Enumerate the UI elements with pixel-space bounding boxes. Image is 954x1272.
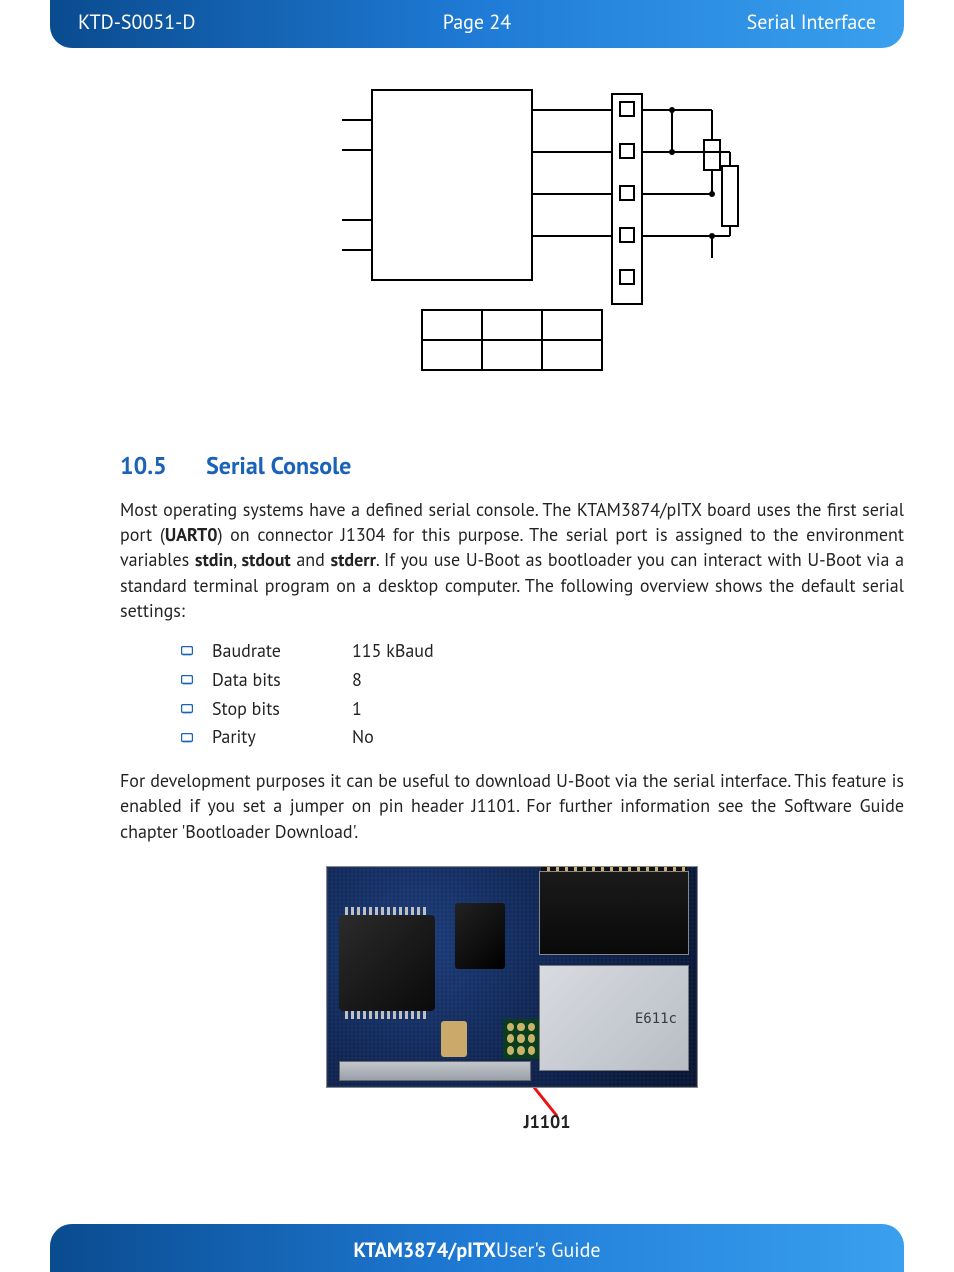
- header-doc-id: KTD-S0051-D: [78, 9, 344, 35]
- stderr-bold: stderr: [331, 548, 376, 571]
- qfp-chip-icon: [339, 915, 435, 1011]
- stdin-bold: stdin: [195, 548, 233, 571]
- ic-icon: [455, 903, 505, 969]
- bullet-icon: [180, 675, 194, 685]
- dev-paragraph: For development purposes it can be usefu…: [120, 768, 904, 844]
- page-footer: KTAM3874/pITX User's Guide: [50, 1224, 904, 1272]
- schematic-figure: [120, 70, 904, 400]
- serial-settings-list: Baudrate 115 kBaud Data bits 8 Stop bits…: [180, 637, 904, 752]
- setting-key: Parity: [212, 723, 352, 752]
- setting-val: 1: [352, 695, 362, 724]
- text: and: [291, 548, 331, 571]
- uart0-bold: UART0: [165, 523, 218, 546]
- footer-product: KTAM3874/pITX: [353, 1237, 495, 1263]
- shield-label: E611c: [635, 1011, 677, 1027]
- setting-key: Stop bits: [212, 695, 352, 724]
- connector-strip-icon: [339, 1061, 531, 1081]
- setting-val: 115 kBaud: [352, 637, 434, 666]
- setting-key: Baudrate: [212, 637, 352, 666]
- setting-key: Data bits: [212, 666, 352, 695]
- rs485-schematic-icon: [252, 70, 772, 390]
- page-header: KTD-S0051-D Page 24 Serial Interface: [50, 0, 904, 48]
- setting-baudrate: Baudrate 115 kBaud: [180, 637, 904, 666]
- setting-databits: Data bits 8: [180, 666, 904, 695]
- board-photo: E611c: [326, 866, 698, 1088]
- j1101-callout-label: J1101: [524, 1110, 571, 1133]
- bullet-icon: [180, 704, 194, 714]
- setting-stopbits: Stop bits 1: [180, 695, 904, 724]
- bullet-icon: [180, 646, 194, 656]
- section-heading: 10.5 Serial Console: [120, 450, 904, 481]
- intro-paragraph: Most operating systems have a defined se…: [120, 497, 904, 623]
- j1101-header-icon: [503, 1019, 539, 1059]
- sd-slot-icon: [539, 871, 689, 955]
- board-photo-figure: E611c J1101: [120, 866, 904, 1133]
- bullet-icon: [180, 733, 194, 743]
- section-title: Serial Console: [206, 450, 351, 481]
- header-page-no: Page 24: [344, 9, 610, 35]
- setting-parity: Parity No: [180, 723, 904, 752]
- footer-subtitle: User's Guide: [496, 1237, 601, 1263]
- capacitor-icon: [441, 1021, 467, 1057]
- section-number: 10.5: [120, 450, 200, 481]
- setting-val: No: [352, 723, 374, 752]
- setting-val: 8: [352, 666, 362, 695]
- stdout-bold: stdout: [241, 548, 290, 571]
- header-section: Serial Interface: [610, 9, 876, 35]
